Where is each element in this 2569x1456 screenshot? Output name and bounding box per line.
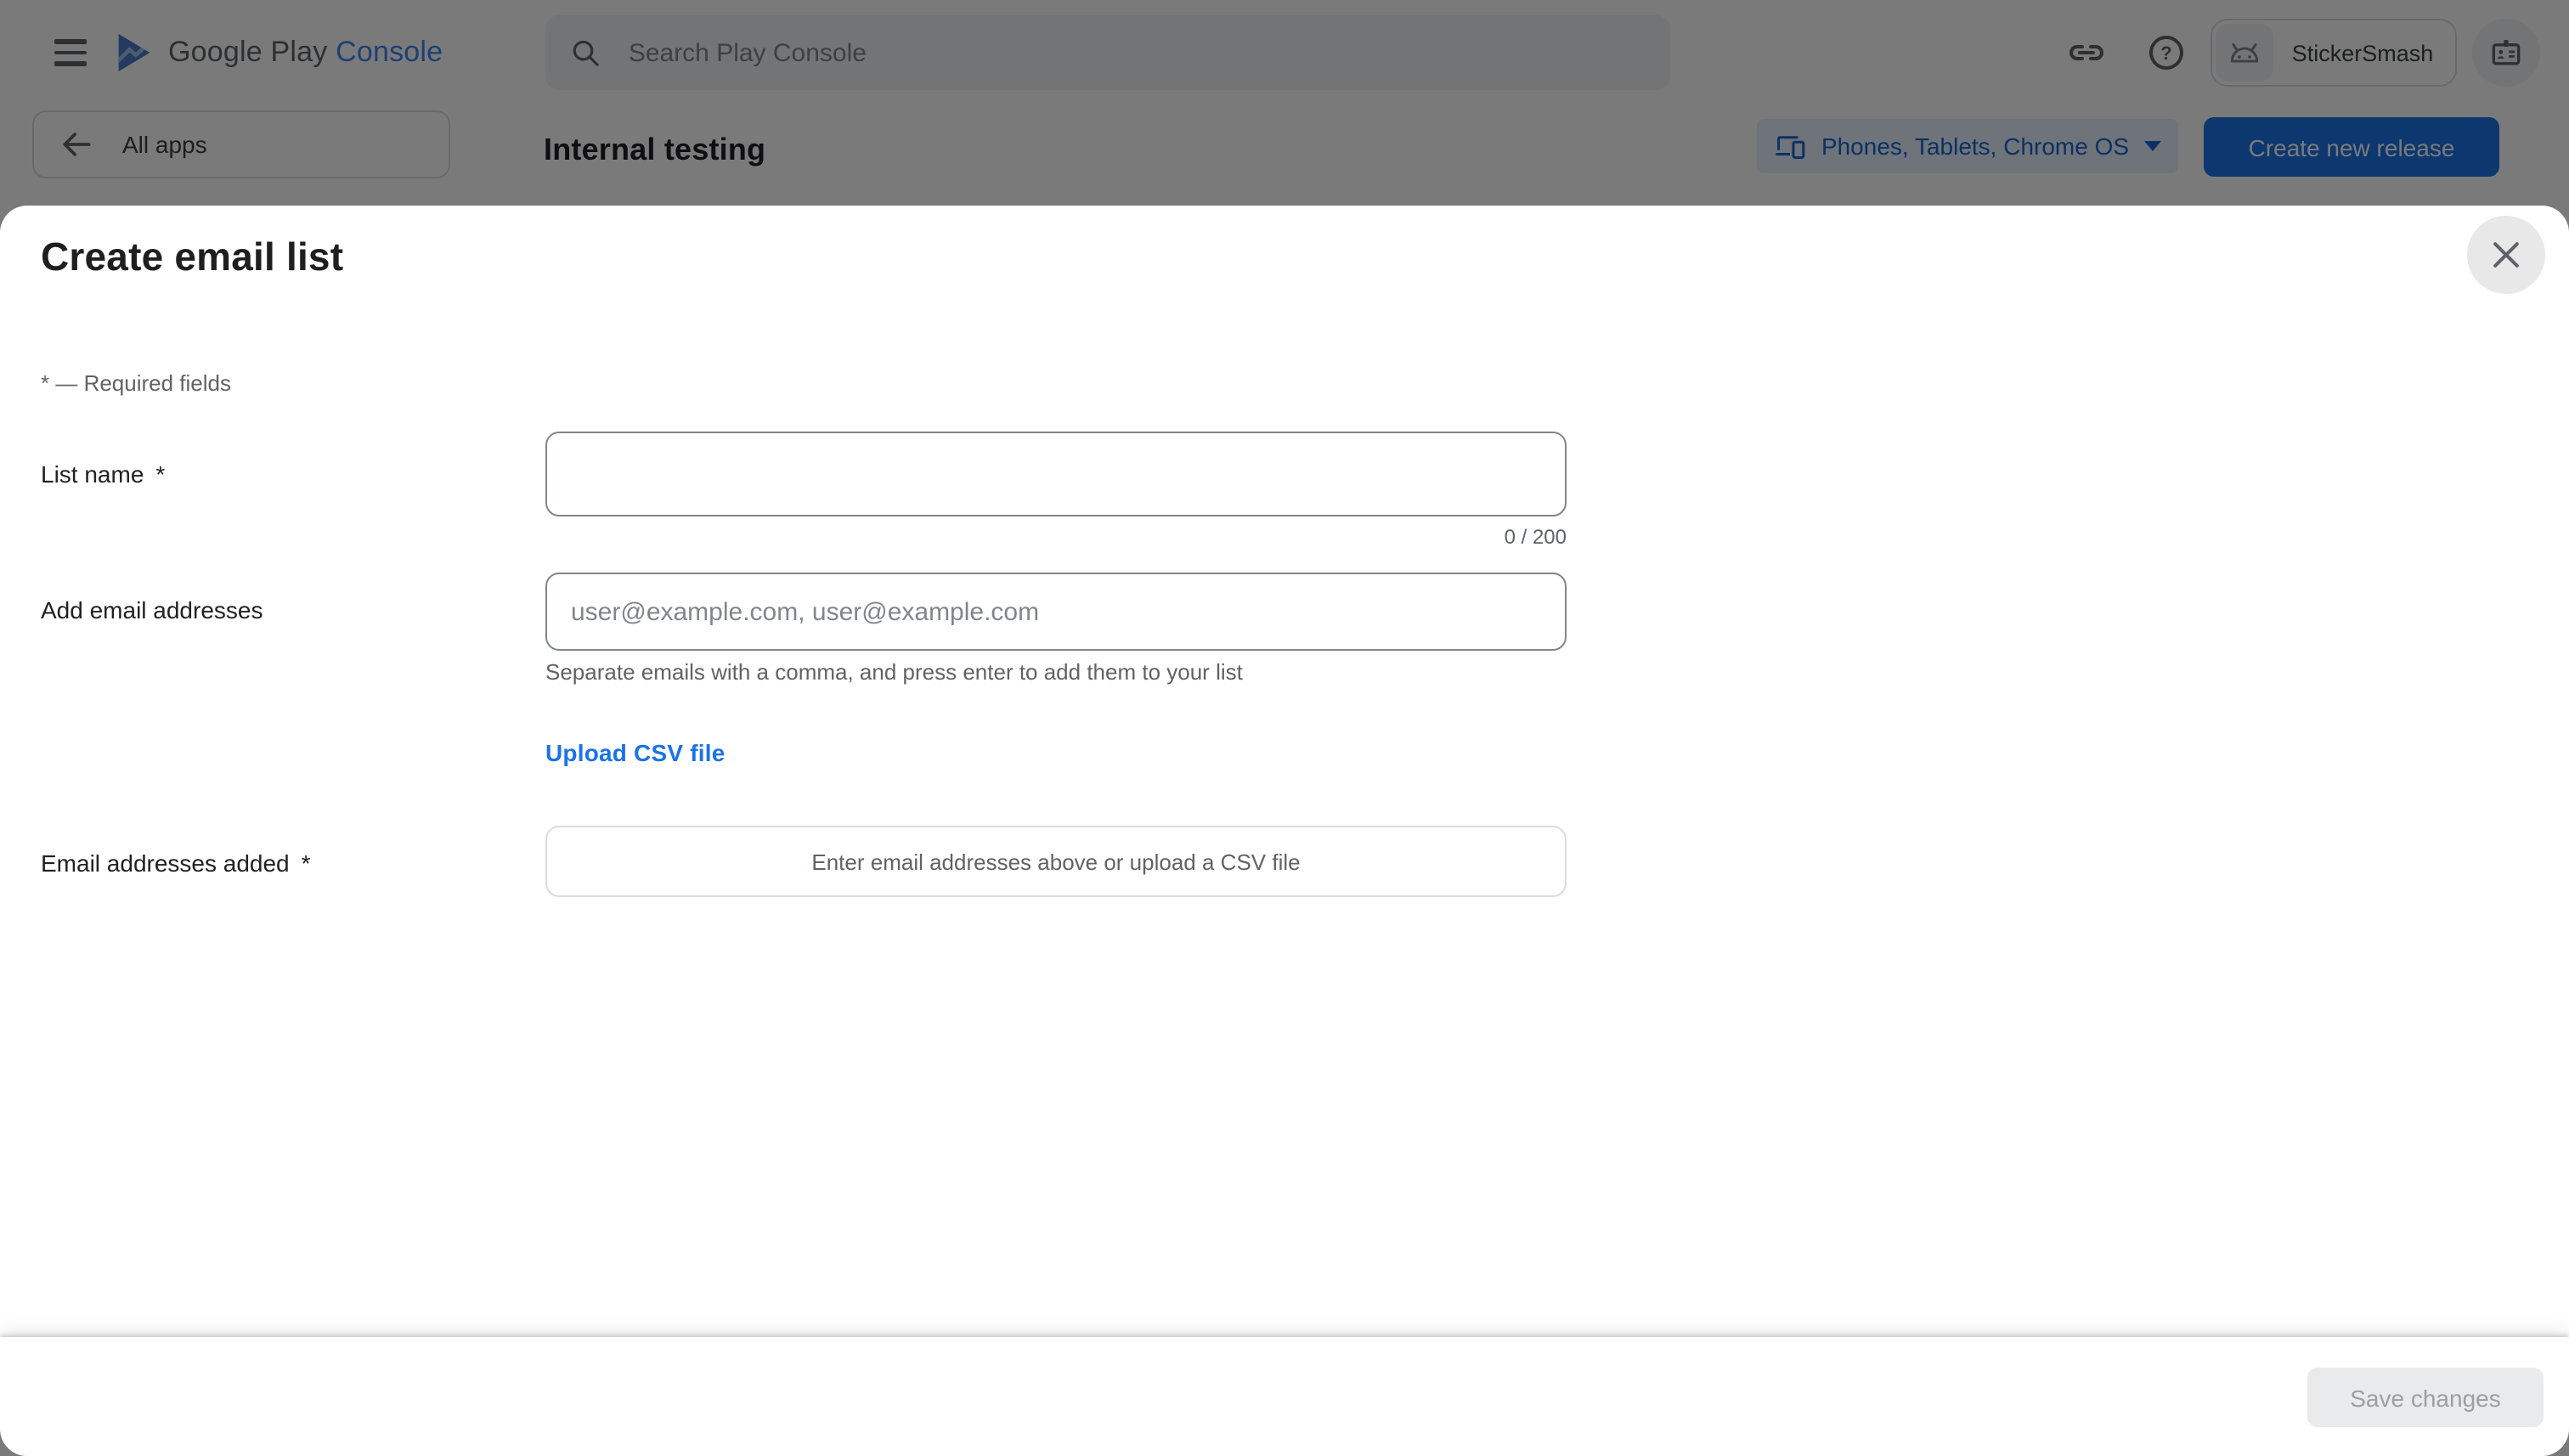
close-icon — [2487, 236, 2525, 274]
add-email-addresses-label: Add email addresses — [41, 596, 263, 624]
char-counter: 0 / 200 — [545, 525, 1567, 549]
save-changes-button[interactable]: Save changes — [2307, 1368, 2544, 1427]
required-star: * — [302, 849, 311, 877]
close-button[interactable] — [2467, 216, 2545, 294]
list-name-label: List name* — [41, 460, 165, 488]
modal-title: Create email list — [41, 234, 343, 280]
upload-csv-link[interactable]: Upload CSV file — [545, 739, 725, 766]
screen: Google Play Console — [0, 0, 2569, 1456]
email-helper-text: Separate emails with a comma, and press … — [545, 659, 1243, 685]
create-email-list-modal: Create email list * — Required fields Li… — [0, 206, 2569, 1456]
emails-added-empty-box: Enter email addresses above or upload a … — [545, 826, 1567, 897]
modal-footer: Save changes — [0, 1337, 2569, 1456]
list-name-input[interactable] — [545, 432, 1567, 516]
required-star: * — [155, 460, 165, 488]
required-fields-note: * — Required fields — [41, 370, 231, 396]
email-addresses-added-label: Email addresses added* — [41, 849, 311, 877]
email-addresses-input[interactable] — [545, 573, 1567, 651]
